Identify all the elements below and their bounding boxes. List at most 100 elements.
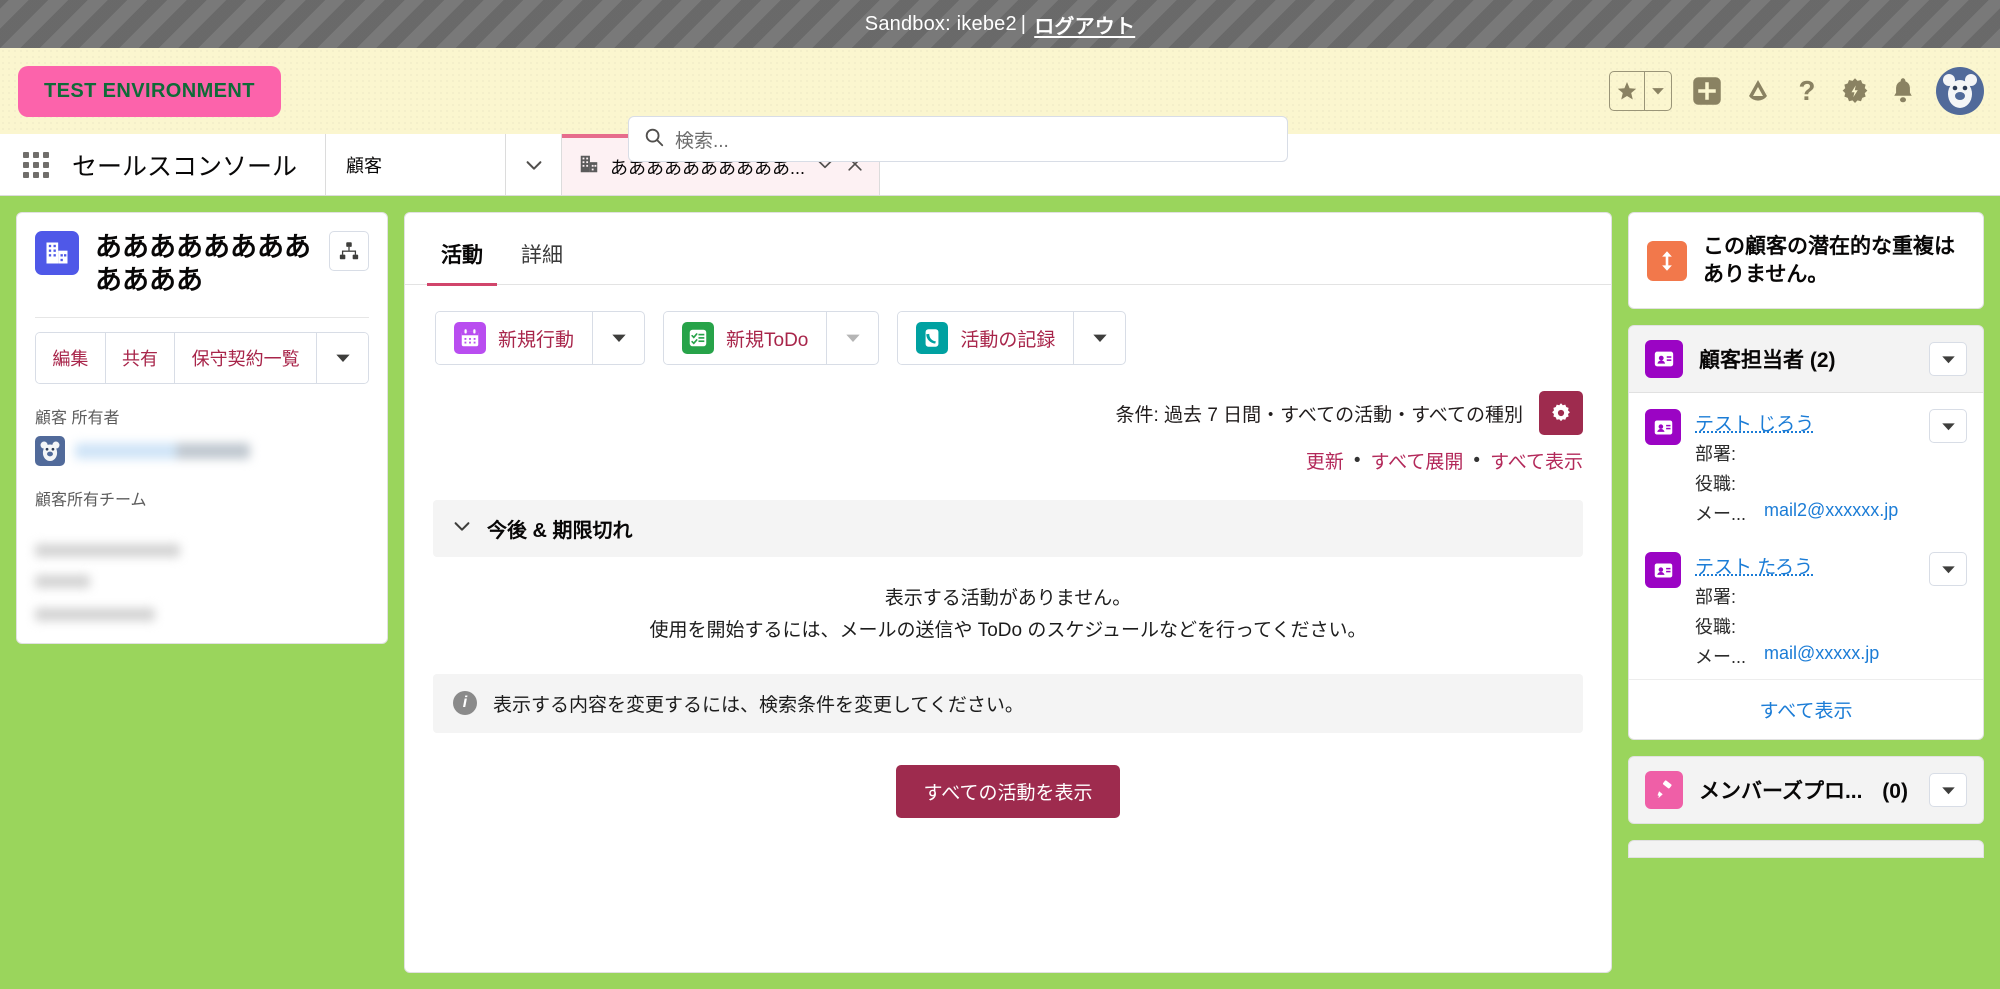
contacts-panel-body: テスト じろう 部署: 役職: メー... mail2@xxxxxx.jp テス… — [1628, 393, 1984, 741]
view-all-link[interactable]: すべて表示 — [1490, 447, 1583, 474]
contact-department-field: 部署: — [1695, 440, 1915, 466]
contact-title-label: 役職: — [1695, 617, 1737, 638]
favorites-dropdown-icon[interactable] — [1644, 72, 1671, 110]
contacts-panel: 顧客担当者 (2) テスト じろう 部署: 役職: メー... mail2@xx… — [1628, 325, 1984, 741]
help-icon[interactable]: ? — [1794, 76, 1820, 106]
chevron-down-icon[interactable] — [506, 134, 563, 195]
activity-filter-row: 条件: 過去 7 日間・すべての活動・すべての種別 — [405, 365, 1611, 435]
test-environment-badge: TEST ENVIRONMENT — [18, 65, 281, 117]
record-highlights-card: ああああああああああああ 編集 共有 保守契約一覧 顧客 所有者 顧客所有チーム — [16, 212, 388, 644]
global-header: TEST ENVIRONMENT 検索... ? — [0, 48, 2000, 162]
share-button[interactable]: 共有 — [104, 332, 175, 383]
contact-row-caret-icon[interactable] — [1929, 409, 1967, 444]
contacts-view-all-link[interactable]: すべて表示 — [1760, 701, 1853, 722]
expand-all-link[interactable]: すべて展開 — [1371, 447, 1464, 474]
owner-team-redacted-block — [35, 543, 369, 621]
activity-action-buttons: 新規行動 新規ToDo 活動の記録 — [405, 285, 1611, 365]
new-task-button[interactable]: 新規ToDo — [664, 312, 827, 364]
header-icon-group: ? — [1609, 67, 1984, 115]
contact-card-icon — [1645, 340, 1683, 379]
log-call-label: 活動の記録 — [960, 329, 1056, 351]
list-item: テスト たろう 部署: 役職: メー... mail@xxxxx.jp — [1629, 536, 1983, 679]
filter-settings-gear-icon[interactable] — [1539, 391, 1583, 435]
owner-value[interactable] — [35, 435, 369, 466]
contact-title-field: 役職: — [1695, 613, 1915, 639]
svg-text:?: ? — [1799, 76, 1816, 106]
contact-email-field: メー... mail@xxxxx.jp — [1695, 643, 1915, 669]
notifications-bell-icon[interactable] — [1890, 76, 1916, 106]
refresh-link[interactable]: 更新 — [1306, 447, 1344, 474]
user-avatar[interactable] — [1936, 67, 1984, 115]
info-icon: i — [453, 691, 477, 716]
tab-activity[interactable]: 活動 — [427, 231, 497, 286]
duplicate-check-text: この顧客の潜在的な重複はありません。 — [1703, 235, 1955, 286]
owner-team-field-label: 顧客所有チーム — [35, 491, 147, 509]
new-event-split-button[interactable]: 新規行動 — [435, 311, 646, 365]
search-placeholder: 検索... — [675, 130, 729, 152]
activity-links-row: 更新 • すべて展開 • すべて表示 — [405, 435, 1611, 474]
log-call-caret-icon[interactable] — [1073, 312, 1125, 364]
contact-department-label: 部署: — [1695, 587, 1737, 608]
record-action-buttons: 編集 共有 保守契約一覧 — [35, 331, 369, 384]
account-building-icon — [35, 231, 79, 275]
members-panel-caret-icon[interactable] — [1929, 773, 1967, 808]
log-call-split-button[interactable]: 活動の記録 — [897, 311, 1127, 365]
new-event-button[interactable]: 新規行動 — [436, 312, 593, 364]
chevron-down-icon[interactable] — [451, 515, 473, 542]
right-column: この顧客の潜在的な重複はありません。 顧客担当者 (2) テスト じろう 部署:… — [1628, 212, 1984, 973]
edit-button[interactable]: 編集 — [36, 332, 105, 383]
app-launcher-icon[interactable] — [0, 134, 72, 195]
contacts-panel-header[interactable]: 顧客担当者 (2) — [1628, 325, 1984, 394]
owner-avatar — [35, 435, 65, 466]
log-call-icon — [916, 322, 949, 354]
favorites-star-icon[interactable] — [1610, 72, 1644, 110]
new-event-caret-icon[interactable] — [592, 312, 644, 364]
activity-empty-state: 表示する活動がありません。 使用を開始するには、メールの送信や ToDo のスケ… — [405, 557, 1611, 648]
global-create-icon[interactable] — [1692, 76, 1722, 106]
owner-field-label: 顧客 所有者 — [35, 409, 120, 427]
sandbox-separator: | — [1020, 12, 1027, 35]
contact-name-link[interactable]: テスト じろう — [1695, 409, 1915, 436]
hierarchy-icon[interactable] — [329, 231, 369, 271]
link-separator: • — [1353, 449, 1361, 471]
more-actions-caret-icon[interactable] — [316, 332, 368, 383]
link-separator: • — [1473, 449, 1481, 471]
log-call-button[interactable]: 活動の記録 — [898, 312, 1074, 364]
members-panel-title: メンバーズプロ... (0) — [1699, 775, 1913, 805]
list-item: テスト じろう 部署: 役職: メー... mail2@xxxxxx.jp — [1629, 393, 1983, 536]
contact-email-link[interactable]: mail@xxxxx.jp — [1764, 643, 1879, 669]
empty-state-line-2: 使用を開始するには、メールの送信や ToDo のスケジュールなどを行ってください… — [649, 620, 1367, 642]
contact-email-field: メー... mail2@xxxxxx.jp — [1695, 500, 1915, 526]
contact-card-icon — [1645, 552, 1681, 589]
search-icon — [643, 126, 665, 153]
maintenance-contract-list-button[interactable]: 保守契約一覧 — [174, 332, 317, 383]
new-task-caret-icon[interactable] — [826, 312, 878, 364]
setup-gear-icon[interactable] — [1840, 76, 1870, 106]
search-input[interactable]: 検索... — [628, 116, 1288, 162]
contact-department-field: 部署: — [1695, 583, 1915, 609]
global-search[interactable]: 検索... — [628, 116, 1288, 162]
tab-details[interactable]: 詳細 — [507, 231, 577, 286]
accordion-title: 今後 & 期限切れ — [487, 520, 633, 542]
contact-name-link[interactable]: テスト たろう — [1695, 552, 1915, 579]
next-panel-partial — [1628, 840, 1984, 859]
accordion-upcoming-overdue[interactable]: 今後 & 期限切れ — [433, 500, 1583, 557]
left-column: ああああああああああああ 編集 共有 保守契約一覧 顧客 所有者 顧客所有チーム — [16, 212, 388, 973]
nav-item-customer[interactable]: 顧客 — [326, 134, 507, 195]
duplicate-check-card: この顧客の潜在的な重複はありません。 — [1628, 212, 1984, 310]
show-all-activities-button[interactable]: すべての活動を表示 — [895, 764, 1121, 818]
logout-link[interactable]: ログアウト — [1034, 10, 1135, 39]
activity-panel-card: 活動 詳細 新規行動 新規ToDo 活動の記録 条件: 過去 7 日間・すべての… — [404, 212, 1612, 973]
favorites-group[interactable] — [1609, 71, 1672, 111]
contact-email-label: メー... — [1695, 647, 1747, 668]
contacts-panel-caret-icon[interactable] — [1929, 342, 1967, 377]
nonprofit-cloud-icon[interactable] — [1742, 76, 1774, 106]
contact-email-label: メー... — [1695, 504, 1747, 525]
new-task-split-button[interactable]: 新規ToDo — [663, 311, 880, 365]
contact-email-link[interactable]: mail2@xxxxxx.jp — [1764, 500, 1898, 526]
info-message-text: 表示する内容を変更するには、検索条件を変更してください。 — [493, 694, 1024, 716]
divider — [35, 316, 369, 318]
contact-card-icon — [1645, 409, 1681, 446]
members-panel-header[interactable]: メンバーズプロ... (0) — [1628, 756, 1984, 825]
contact-row-caret-icon[interactable] — [1929, 552, 1967, 587]
